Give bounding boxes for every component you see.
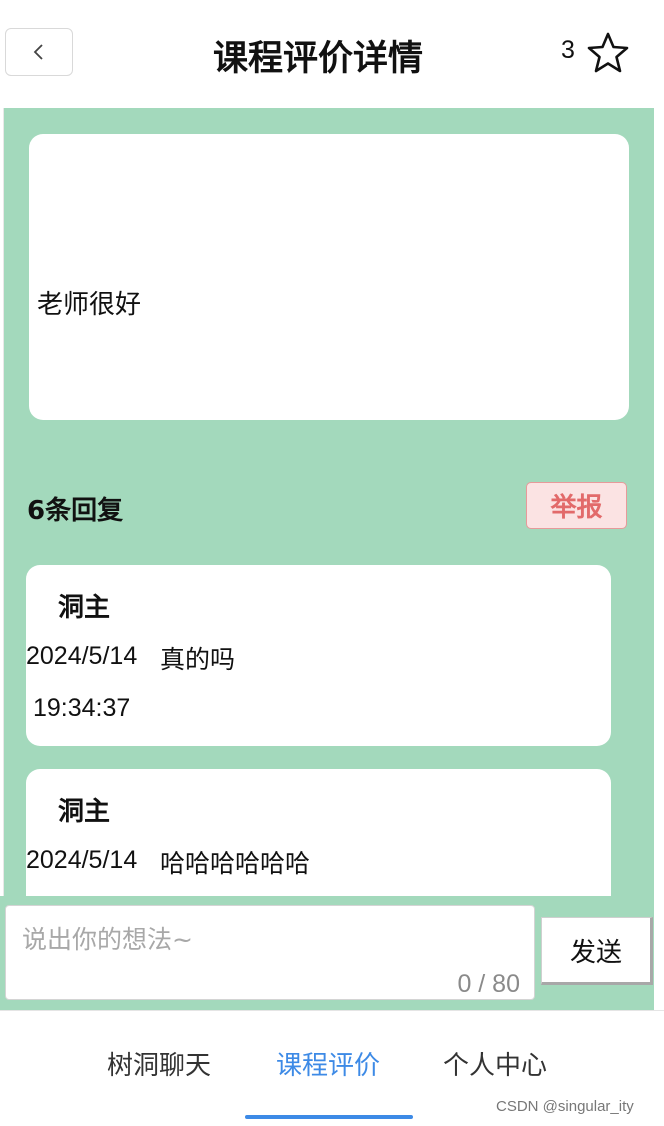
input-bar-edge	[654, 896, 664, 1010]
watermark: CSDN @singular_ity	[496, 1098, 634, 1115]
reply-date: 2024/5/14	[26, 642, 138, 670]
reply-time: 19:34:37	[33, 694, 131, 722]
reply-card: 洞主 2024/5/14 真的吗 19:34:37	[26, 565, 611, 746]
review-card: 老师很好	[29, 134, 629, 420]
tab-personal-center[interactable]: 个人中心	[443, 1045, 547, 1082]
page-title: 课程评价详情	[212, 39, 423, 79]
content-area: 老师很好 6条回复 举报 洞主 2024/5/14 真的吗 19:34:37 洞…	[4, 108, 654, 1008]
comment-input-bar: 说出你的想法~ 0 / 80 发送	[0, 896, 664, 1010]
reply-author: 洞主	[58, 593, 111, 623]
bottom-tab-bar: 树洞聊天 课程评价 个人中心 CSDN @singular_ity	[0, 1010, 664, 1126]
reply-content: 真的吗	[160, 645, 236, 674]
reply-content: 哈哈哈哈哈哈	[160, 849, 311, 878]
comment-input-placeholder: 说出你的想法~	[22, 925, 193, 954]
send-button[interactable]: 发送	[541, 917, 653, 985]
reply-count: 6条回复	[27, 496, 124, 526]
comment-input[interactable]: 说出你的想法~ 0 / 80	[5, 905, 535, 1000]
active-tab-indicator	[245, 1115, 413, 1119]
tab-course-review[interactable]: 课程评价	[276, 1045, 380, 1082]
page: 课程评价详情 3 老师很好 6条回复 举报 洞主 2024/5/14 真的吗 1…	[0, 0, 664, 1126]
reply-author: 洞主	[58, 797, 111, 827]
review-content: 老师很好	[37, 290, 142, 320]
reply-date: 2024/5/14	[26, 846, 138, 874]
character-counter: 0 / 80	[457, 970, 520, 998]
tab-treehole-chat[interactable]: 树洞聊天	[107, 1045, 211, 1082]
star-count: 3	[561, 36, 575, 64]
header: 课程评价详情 3	[0, 0, 664, 108]
report-button[interactable]: 举报	[526, 482, 627, 529]
star-outline-icon[interactable]	[586, 31, 630, 75]
